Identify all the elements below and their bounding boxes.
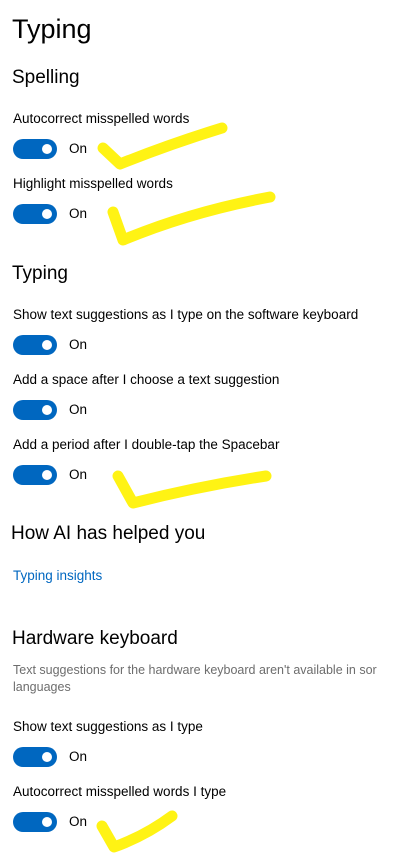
toggle-knob bbox=[42, 752, 52, 762]
add-space-toggle[interactable] bbox=[13, 400, 57, 420]
add-period-label: Add a period after I double-tap the Spac… bbox=[13, 437, 280, 452]
add-space-label: Add a space after I choose a text sugges… bbox=[13, 372, 280, 387]
toggle-knob bbox=[42, 817, 52, 827]
hw-autocorrect-toggle[interactable] bbox=[13, 812, 57, 832]
text-suggestions-toggle[interactable] bbox=[13, 335, 57, 355]
highlight-state: On bbox=[69, 206, 88, 221]
section-header-hardware: Hardware keyboard bbox=[12, 628, 178, 649]
checkmark-annotation-add-period bbox=[112, 470, 272, 509]
checkmark-annotation-autocorrect bbox=[97, 122, 228, 170]
page-title: Typing bbox=[12, 14, 92, 44]
hw-autocorrect-state: On bbox=[69, 814, 88, 829]
section-header-typing: Typing bbox=[12, 263, 68, 284]
toggle-knob bbox=[42, 405, 52, 415]
annotation-layer bbox=[96, 122, 276, 853]
checkmark-annotation-hw-autocorrect bbox=[96, 810, 178, 853]
toggle-knob bbox=[42, 144, 52, 154]
checkmark-annotation-highlight bbox=[107, 191, 276, 246]
typing-insights-link[interactable]: Typing insights bbox=[13, 567, 102, 585]
hw-suggestions-label: Show text suggestions as I type bbox=[13, 719, 203, 734]
autocorrect-state: On bbox=[69, 141, 88, 156]
hardware-description: Text suggestions for the hardware keyboa… bbox=[13, 662, 417, 696]
autocorrect-toggle[interactable] bbox=[13, 139, 57, 159]
hardware-description-line-2: languages bbox=[13, 680, 71, 694]
add-period-state: On bbox=[69, 467, 88, 482]
highlight-toggle[interactable] bbox=[13, 204, 57, 224]
hw-suggestions-state: On bbox=[69, 749, 88, 764]
section-header-spelling: Spelling bbox=[12, 67, 80, 88]
add-period-toggle[interactable] bbox=[13, 465, 57, 485]
text-suggestions-label: Show text suggestions as I type on the s… bbox=[13, 307, 359, 322]
toggle-knob bbox=[42, 340, 52, 350]
add-space-state: On bbox=[69, 402, 88, 417]
autocorrect-label: Autocorrect misspelled words bbox=[13, 111, 190, 126]
toggle-knob bbox=[42, 209, 52, 219]
toggle-knob bbox=[42, 470, 52, 480]
text-suggestions-state: On bbox=[69, 337, 88, 352]
hardware-description-line-1: Text suggestions for the hardware keyboa… bbox=[13, 663, 377, 677]
hw-autocorrect-label: Autocorrect misspelled words I type bbox=[13, 784, 227, 799]
section-header-ai: How AI has helped you bbox=[11, 523, 206, 544]
highlight-label: Highlight misspelled words bbox=[13, 176, 173, 191]
hw-suggestions-toggle[interactable] bbox=[13, 747, 57, 767]
